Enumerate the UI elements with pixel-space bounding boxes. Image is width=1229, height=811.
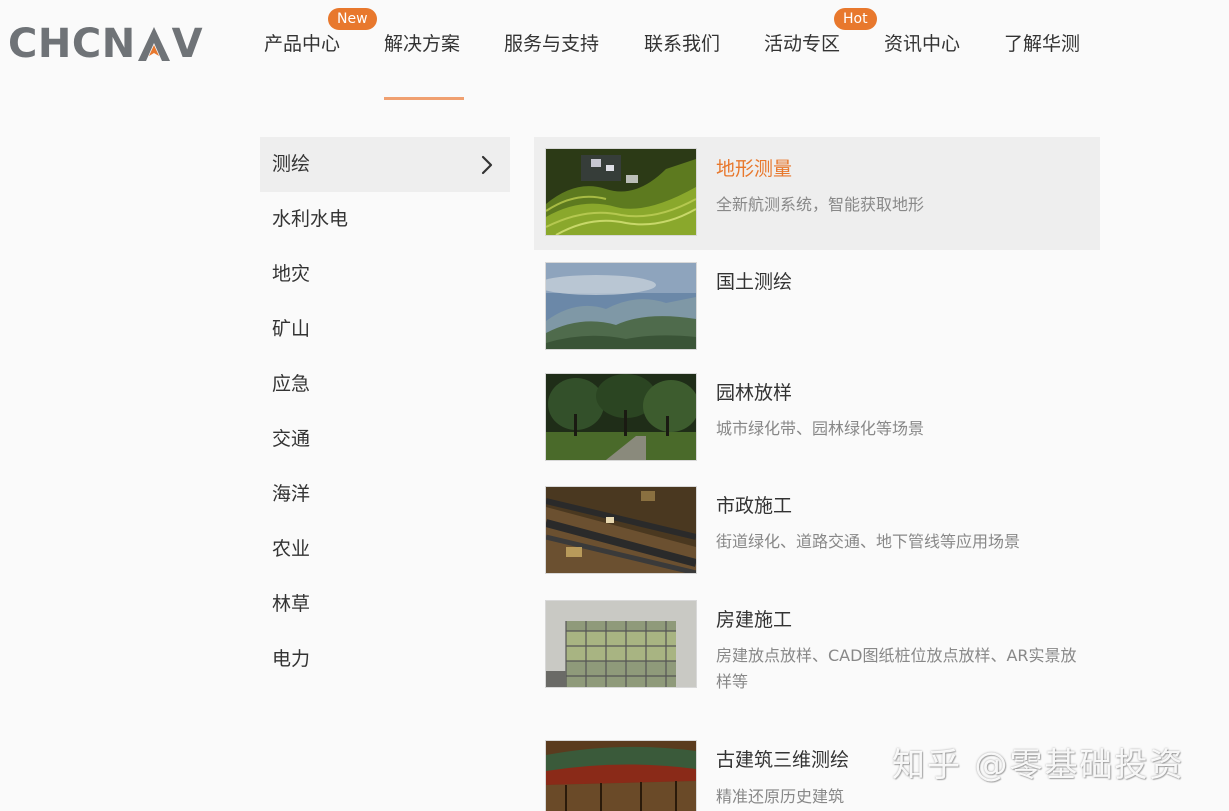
solution-title: 园林放样 xyxy=(716,382,793,404)
zhihu-watermark: 知乎 @零基础投资 xyxy=(892,745,1185,784)
new-badge: New xyxy=(328,8,377,30)
category-item-geohazard[interactable]: 地灾 xyxy=(260,247,510,302)
solution-item-garden-layout[interactable]: 园林放样 城市绿化带、园林绿化等场景 xyxy=(534,373,1100,471)
page: CHCN V 产品中心 New 解决方案 服务与支持 联系我们 活动专区 Hot xyxy=(0,0,1229,811)
solution-desc: 全新航测系统，智能获取地形 xyxy=(716,195,925,214)
solution-desc: 街道绿化、道路交通、地下管线等应用场景 xyxy=(716,532,1021,551)
category-item-marine[interactable]: 海洋 xyxy=(260,467,510,522)
category-label: 水利水电 xyxy=(272,208,349,230)
solution-desc: 城市绿化带、园林绿化等场景 xyxy=(716,419,925,438)
solution-desc: 房建放点放样、CAD图纸桩位放点放样、AR实景放样等 xyxy=(716,646,1077,691)
nav-label: 服务与支持 xyxy=(504,33,600,55)
category-label: 矿山 xyxy=(272,318,311,340)
nav-label: 联系我们 xyxy=(644,33,721,55)
category-item-agriculture[interactable]: 农业 xyxy=(260,522,510,577)
logo-a-arrow-icon xyxy=(137,26,171,62)
solution-desc: 精准还原历史建筑 xyxy=(716,787,845,806)
nav-item-events[interactable]: 活动专区 Hot xyxy=(764,8,877,58)
ancient-architecture-photo xyxy=(546,741,696,811)
nav-item-service-support[interactable]: 服务与支持 xyxy=(504,30,599,58)
nav-item-products[interactable]: 产品中心 New xyxy=(264,8,377,58)
category-item-power[interactable]: 电力 xyxy=(260,632,510,687)
category-label: 农业 xyxy=(272,538,311,560)
terraced-hills-photo xyxy=(546,149,696,235)
nav-label: 解决方案 xyxy=(384,33,461,55)
category-label: 交通 xyxy=(272,428,311,450)
category-item-mining[interactable]: 矿山 xyxy=(260,302,510,357)
nav-item-news[interactable]: 资讯中心 xyxy=(884,30,960,58)
category-menu: 测绘 水利水电 地灾 矿山 应急 交通 海洋 农业 林草 电力 xyxy=(260,137,510,687)
solution-item-land-mapping[interactable]: 国土测绘 xyxy=(534,262,1100,360)
nav-label: 资讯中心 xyxy=(884,33,961,55)
chcnav-logo[interactable]: CHCN V xyxy=(8,22,203,66)
category-item-forestry[interactable]: 林草 xyxy=(260,577,510,632)
category-label: 应急 xyxy=(272,373,311,395)
active-nav-underline xyxy=(384,97,464,100)
logo-text-left: CHCN xyxy=(8,21,136,67)
solution-item-terrain-survey[interactable]: 地形测量 全新航测系统，智能获取地形 xyxy=(534,137,1100,250)
nav-item-about[interactable]: 了解华测 xyxy=(1004,30,1080,58)
category-label: 地灾 xyxy=(272,263,311,285)
solution-title: 国土测绘 xyxy=(716,271,793,293)
road-construction-photo xyxy=(546,487,696,573)
category-label: 电力 xyxy=(272,648,311,670)
solution-title: 古建筑三维测绘 xyxy=(716,749,850,771)
solution-title: 地形测量 xyxy=(716,158,793,180)
nav-item-contact[interactable]: 联系我们 xyxy=(644,30,720,58)
nav-item-solutions[interactable]: 解决方案 xyxy=(384,30,460,58)
nav-label: 活动专区 xyxy=(764,33,841,55)
solution-item-building-construction[interactable]: 房建施工 房建放点放样、CAD图纸桩位放点放样、AR实景放样等 xyxy=(534,600,1100,710)
scaffolding-building-photo xyxy=(546,601,696,687)
solution-title: 房建施工 xyxy=(716,609,793,631)
logo-text-right: V xyxy=(171,21,204,67)
park-trees-photo xyxy=(546,374,696,460)
nav-label: 了解华测 xyxy=(1004,33,1081,55)
nav-label: 产品中心 xyxy=(264,33,341,55)
mountain-mist-photo xyxy=(546,263,696,349)
solution-title: 市政施工 xyxy=(716,495,793,517)
chevron-right-icon xyxy=(481,155,493,175)
category-label: 林草 xyxy=(272,593,311,615)
category-item-emergency[interactable]: 应急 xyxy=(260,357,510,412)
category-item-water-conservancy[interactable]: 水利水电 xyxy=(260,192,510,247)
category-item-surveying[interactable]: 测绘 xyxy=(260,137,510,192)
solution-item-municipal-construction[interactable]: 市政施工 街道绿化、道路交通、地下管线等应用场景 xyxy=(534,486,1100,584)
hot-badge: Hot xyxy=(834,8,877,30)
category-label: 测绘 xyxy=(272,153,311,175)
category-label: 海洋 xyxy=(272,483,311,505)
category-item-transport[interactable]: 交通 xyxy=(260,412,510,467)
